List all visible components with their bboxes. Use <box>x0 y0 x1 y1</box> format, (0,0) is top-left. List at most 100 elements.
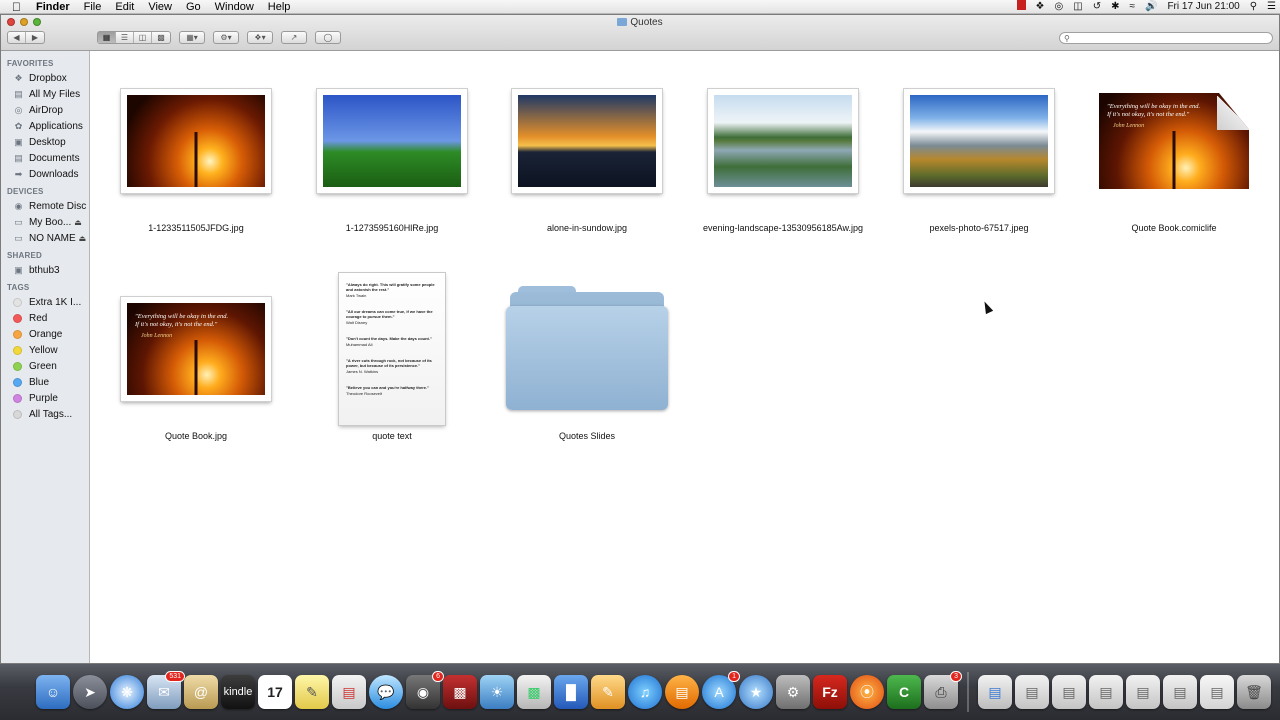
spotlight-icon[interactable]: ⚲ <box>1250 0 1257 14</box>
minimized-window-icon[interactable]: ▤ <box>1052 675 1086 709</box>
keynote-dock-icon[interactable]: █ <box>554 675 588 709</box>
icon-view-button[interactable]: ▦ <box>98 32 116 43</box>
coverflow-view-button[interactable]: ▩ <box>152 32 170 43</box>
minimized-window-icon[interactable]: ▤ <box>1163 675 1197 709</box>
forward-button[interactable]: ▶ <box>26 32 44 43</box>
column-view-button[interactable]: ◫ <box>134 32 152 43</box>
finder-dock-icon[interactable]: ☺ <box>36 675 70 709</box>
menu-view[interactable]: View <box>148 0 172 14</box>
trash-dock-icon[interactable]: 🗑 <box>1237 675 1271 709</box>
sidebar-item-applications[interactable]: ✿ Applications <box>1 118 89 134</box>
sidebar-item-airdrop[interactable]: ◎ AirDrop <box>1 102 89 118</box>
contacts-dock-icon[interactable]: @ <box>184 675 218 709</box>
numbers-dock-icon[interactable]: ▩ <box>517 675 551 709</box>
sidebar-item-downloads[interactable]: ➡ Downloads <box>1 166 89 182</box>
mail-dock-icon[interactable]: ✉ 531 <box>147 671 185 709</box>
file-item[interactable]: "Always do right. This will gratify some… <box>297 269 487 441</box>
documents-icon: ▤ <box>14 152 23 163</box>
photo-booth-dock-icon[interactable]: ▩ <box>443 675 477 709</box>
sidebar-tag-orange[interactable]: Orange <box>1 326 89 342</box>
favorites-header: FAVORITES <box>7 59 54 68</box>
search-input[interactable] <box>1072 33 1263 43</box>
camtasia-dock-icon[interactable]: C <box>887 675 921 709</box>
sidebar-item-remote-disc[interactable]: ◉ Remote Disc <box>1 198 89 214</box>
calendar-dock-icon[interactable]: 17 <box>258 675 292 709</box>
app-store-dock-icon[interactable]: A1 <box>702 671 740 709</box>
sidebar-item-all-my-files[interactable]: ▤ All My Files <box>1 86 89 102</box>
firefox-dock-icon[interactable]: ⦿ <box>850 675 884 709</box>
pages-dock-icon[interactable]: ✎ <box>591 675 625 709</box>
preview-dock-icon[interactable]: ▤ <box>332 675 366 709</box>
dropbox-status-icon[interactable]: ❖ <box>1036 0 1045 14</box>
dropbox-button[interactable]: ❖▾ <box>247 31 273 44</box>
safari-dock-icon[interactable]: ❋ <box>110 675 144 709</box>
sidebar-item-bthub3[interactable]: ▣ bthub3 <box>1 262 89 278</box>
menu-help[interactable]: Help <box>268 0 291 14</box>
filezilla-dock-icon[interactable]: Fz <box>813 675 847 709</box>
file-item[interactable]: evening-landscape-13530956185Aw.jpg <box>688 61 878 233</box>
minimized-window-icon[interactable]: ▤ <box>1126 675 1160 709</box>
view-mode-buttons: ▦ ☰ ◫ ▩ <box>97 31 171 44</box>
status-red-icon[interactable] <box>1016 0 1026 15</box>
file-item[interactable]: "Everything will be okay in the end. If i… <box>1079 61 1269 233</box>
sidebar-tag-red[interactable]: Red <box>1 310 89 326</box>
file-name: evening-landscape-13530956185Aw.jpg <box>703 223 863 233</box>
tags-button[interactable]: ◯ <box>315 31 341 44</box>
file-item[interactable]: 1-1273595160HlRe.jpg <box>297 61 487 233</box>
notification-center-icon[interactable]: ☰ <box>1267 0 1276 14</box>
volume-icon[interactable]: 🔊 <box>1145 0 1157 14</box>
menu-go[interactable]: Go <box>186 0 201 14</box>
arrange-button[interactable]: ▦▾ <box>179 31 205 44</box>
file-item[interactable]: alone-in-sundow.jpg <box>492 61 682 233</box>
airplay-icon[interactable]: ◫ <box>1073 0 1082 14</box>
stickies-dock-icon[interactable]: ✎ <box>295 675 329 709</box>
eject-icon[interactable]: ⏏ <box>74 218 82 227</box>
search-field[interactable]: ⚲ <box>1059 32 1273 44</box>
system-preferences-dock-icon[interactable]: ⚙ <box>776 675 810 709</box>
time-machine-icon[interactable]: ↺ <box>1093 0 1101 14</box>
back-button[interactable]: ◀ <box>8 32 26 43</box>
facetime-dock-icon[interactable]: ◉ 6 <box>406 671 444 709</box>
sidebar-tag-yellow[interactable]: Yellow <box>1 342 89 358</box>
tag-label: Purple <box>29 392 58 404</box>
sidebar-tag-blue[interactable]: Blue <box>1 374 89 390</box>
messages-dock-icon[interactable]: 💬 <box>369 675 403 709</box>
share-button[interactable]: ↗ <box>281 31 307 44</box>
downloads-stack-icon[interactable]: ▤ <box>978 675 1012 709</box>
itunes-dock-icon[interactable]: ♫ <box>628 675 662 709</box>
menu-file[interactable]: File <box>84 0 102 14</box>
comic-life-dock-icon[interactable]: ★ <box>739 675 773 709</box>
iphoto-dock-icon[interactable]: ☀ <box>480 675 514 709</box>
minimized-window-icon[interactable]: ▤ <box>1015 675 1049 709</box>
menu-finder[interactable]: Finder <box>36 0 70 14</box>
ibooks-dock-icon[interactable]: ▤ <box>665 675 699 709</box>
sidebar-item-documents[interactable]: ▤ Documents <box>1 150 89 166</box>
documents-stack-icon[interactable]: ▤ <box>1200 675 1234 709</box>
sidebar-tag-all-tags[interactable]: All Tags... <box>1 406 89 422</box>
sidebar-item-desktop[interactable]: ▣ Desktop <box>1 134 89 150</box>
sidebar-item-dropbox[interactable]: ❖ Dropbox <box>1 70 89 86</box>
sync-status-icon[interactable]: ◎ <box>1055 0 1064 14</box>
file-item[interactable]: 1-1233511505JFDG.jpg <box>101 61 291 233</box>
apple-menu-icon[interactable]:  <box>12 0 26 14</box>
file-item[interactable]: pexels-photo-67517.jpeg <box>884 61 1074 233</box>
folder-item[interactable]: Quotes Slides <box>492 269 682 441</box>
file-item[interactable]: "Everything will be okay in the end. If i… <box>101 269 291 441</box>
sidebar-tag-green[interactable]: Green <box>1 358 89 374</box>
action-button[interactable]: ⚙▾ <box>213 31 239 44</box>
wifi-icon[interactable]: ≈ <box>1129 0 1135 14</box>
clock[interactable]: Fri 17 Jun 21:00 <box>1167 0 1239 14</box>
menu-edit[interactable]: Edit <box>115 0 134 14</box>
minimized-window-icon[interactable]: ▤ <box>1089 675 1123 709</box>
sidebar-item-my-book[interactable]: ▭ My Boo... ⏏ <box>1 214 89 230</box>
list-view-button[interactable]: ☰ <box>116 32 134 43</box>
sidebar-tag-extra-1k-i[interactable]: Extra 1K I... <box>1 294 89 310</box>
eject-icon[interactable]: ⏏ <box>79 234 87 243</box>
bluetooth-icon[interactable]: ✱ <box>1111 0 1119 14</box>
printer-dock-icon[interactable]: ⎙ 3 <box>924 671 962 709</box>
kindle-dock-icon[interactable]: kindle <box>221 675 255 709</box>
sidebar-tag-purple[interactable]: Purple <box>1 390 89 406</box>
sidebar-item-no-name[interactable]: ▭ NO NAME ⏏ <box>1 230 89 246</box>
menu-window[interactable]: Window <box>215 0 254 14</box>
launchpad-dock-icon[interactable]: ➤ <box>73 675 107 709</box>
